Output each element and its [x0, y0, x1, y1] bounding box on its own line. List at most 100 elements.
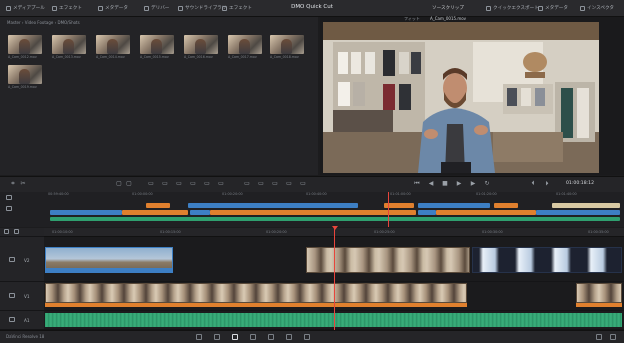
mini-clip-orange[interactable]	[436, 210, 536, 215]
playhead-handle[interactable]	[332, 226, 338, 230]
clip-in-icon[interactable]: ▢	[116, 181, 122, 187]
mini-clip-blue[interactable]	[536, 210, 620, 215]
timeline-clip-main-interview[interactable]	[45, 283, 467, 303]
overwrite-icon[interactable]: ▭	[162, 181, 168, 187]
timeline-clip-screen-recording[interactable]	[472, 247, 622, 273]
toolbar-item-metadata[interactable]: メタデータ	[98, 4, 128, 12]
play-icon[interactable]: ▶	[456, 181, 462, 187]
step-forward-icon[interactable]: ▶	[470, 181, 476, 187]
ruler-tick-label: 01:00:35:00	[588, 230, 609, 234]
track-name: A1	[24, 318, 30, 323]
track-header-v2: V2	[0, 237, 44, 282]
mini-clip-orange[interactable]	[122, 210, 188, 215]
fairlight-page-icon[interactable]	[286, 334, 292, 340]
ruler-tick-label: 01:00:25:00	[374, 230, 395, 234]
toolbar-item-effects-2[interactable]: エフェクト	[222, 4, 252, 12]
store-interview-frame	[323, 22, 599, 173]
media-clip-thumbnail[interactable]	[184, 35, 218, 54]
top-toolbar: メディアプール エフェクト メタデータ デリバー サウンドライブラリ エフェクト…	[0, 0, 624, 17]
track-camera-icon[interactable]	[9, 293, 15, 298]
media-clip-thumbnail[interactable]	[96, 35, 130, 54]
blade-icon[interactable]: ✂	[20, 181, 26, 187]
viewer-image[interactable]	[323, 22, 599, 173]
clip-out-icon[interactable]: ▢	[126, 181, 132, 187]
color-page-icon[interactable]	[268, 334, 274, 340]
mini-clip-blue[interactable]	[418, 210, 436, 215]
project-label: DaVinci Resolve 18	[6, 334, 45, 339]
close-up-icon[interactable]: ▭	[272, 181, 278, 187]
track-camera-icon[interactable]	[9, 257, 15, 262]
media-clip-name: A_Cam_0017.mov	[228, 55, 257, 59]
stop-icon[interactable]: ■	[442, 181, 448, 187]
media-clip-thumbnail[interactable]	[8, 35, 42, 54]
media-clip-thumbnail[interactable]	[270, 35, 304, 54]
mini-clip-orange[interactable]	[146, 203, 170, 208]
edit-page-icon[interactable]	[232, 334, 238, 340]
fit-icon[interactable]: ▭	[258, 181, 264, 187]
mini-clip-orange[interactable]	[494, 203, 518, 208]
viewer-mode-label[interactable]: ソースクリップ	[432, 4, 464, 12]
upper-playhead[interactable]	[388, 192, 389, 227]
append-icon[interactable]: ▭	[218, 181, 224, 187]
toolbar-item-sound-library[interactable]: サウンドライブラリ	[178, 4, 226, 12]
step-back-icon[interactable]: ◀	[428, 181, 434, 187]
timeline-clip-interview[interactable]	[306, 247, 470, 273]
timeline-clip-landscape[interactable]	[45, 247, 173, 273]
rewind-icon[interactable]: ⏮	[414, 181, 420, 187]
timecode[interactable]: 01:00:18:12	[566, 181, 594, 186]
track-view-icon[interactable]	[6, 206, 12, 211]
playhead[interactable]	[334, 226, 335, 330]
source-overwrite-icon[interactable]: ▭	[300, 181, 306, 187]
sound-library-icon	[178, 5, 183, 11]
snap-icon[interactable]: ⌗	[10, 181, 16, 187]
insert-icon[interactable]: ▭	[148, 181, 154, 187]
mini-clip-blue[interactable]	[188, 203, 358, 208]
source-tape-icon[interactable]: ▭	[286, 181, 292, 187]
media-clip-thumbnail[interactable]	[52, 35, 86, 54]
media-page-icon[interactable]	[196, 334, 202, 340]
prev-clip-icon[interactable]: ⏴	[530, 181, 536, 187]
mini-clip-blue[interactable]	[418, 203, 490, 208]
track-name: V2	[24, 258, 30, 263]
settings-icon[interactable]	[610, 334, 616, 340]
timeline-clip-outro[interactable]	[576, 283, 622, 303]
mini-clip-blue[interactable]	[190, 210, 210, 215]
toolbar-item-effects[interactable]: エフェクト	[52, 4, 82, 12]
track-lock-icon[interactable]	[6, 195, 12, 200]
bottom-page-bar: DaVinci Resolve 18	[0, 330, 624, 343]
mini-clip-blue[interactable]	[50, 210, 122, 215]
next-clip-icon[interactable]: ⏵	[544, 181, 550, 187]
fusion-page-icon[interactable]	[250, 334, 256, 340]
media-clip-thumbnail[interactable]	[140, 35, 174, 54]
media-clip-name: A_Cam_0019.mov	[8, 85, 37, 89]
smart-insert-icon[interactable]: ▭	[244, 181, 250, 187]
toolbar-item-deliver[interactable]: デリバー	[144, 4, 169, 12]
timeline-view-icon[interactable]	[14, 229, 19, 234]
media-clip-thumbnail[interactable]	[8, 65, 42, 84]
toolbar-item-quick-export[interactable]: クイックエクスポート	[486, 4, 539, 12]
cut-page-icon[interactable]	[214, 334, 220, 340]
transport-bar: ⌗ ✂ ▢ ▢ ▭ ▭ ▭ ▭ ▭ ▭ ▭ ▭ ▭ ▭ ▭ ⏮ ◀ ■ ▶ ▶ …	[0, 176, 624, 193]
timeline-settings-icon[interactable]	[4, 229, 9, 234]
media-clip-thumbnail[interactable]	[228, 35, 262, 54]
toolbar-item-media-pool[interactable]: メディアプール	[6, 4, 45, 12]
track-speaker-icon[interactable]	[9, 317, 15, 322]
toolbar-item-inspector[interactable]: インスペクタ	[580, 4, 614, 12]
place-on-top-icon[interactable]: ▭	[190, 181, 196, 187]
media-clip-name: A_Cam_0014.mov	[96, 55, 125, 59]
replace-icon[interactable]: ▭	[176, 181, 182, 187]
mini-tick-label: 01:01:00:00	[390, 192, 411, 196]
mini-clip-title[interactable]	[552, 203, 620, 208]
mini-tick-label: 01:01:40:00	[556, 192, 577, 196]
metadata-right-icon	[538, 5, 543, 11]
mini-clip-orange[interactable]	[210, 210, 416, 215]
toolbar-item-metadata-right[interactable]: メタデータ	[538, 4, 568, 12]
deliver-page-icon[interactable]	[304, 334, 310, 340]
home-icon[interactable]	[596, 334, 602, 340]
mini-audio-track[interactable]	[50, 217, 620, 221]
timeline-clip-label-bar	[45, 303, 467, 307]
upper-timeline: 00:59:40:00 01:00:00:00 01:00:20:00 01:0…	[0, 192, 624, 227]
ripple-icon[interactable]: ▭	[204, 181, 210, 187]
metadata-icon	[98, 5, 103, 11]
loop-icon[interactable]: ↻	[484, 181, 490, 187]
